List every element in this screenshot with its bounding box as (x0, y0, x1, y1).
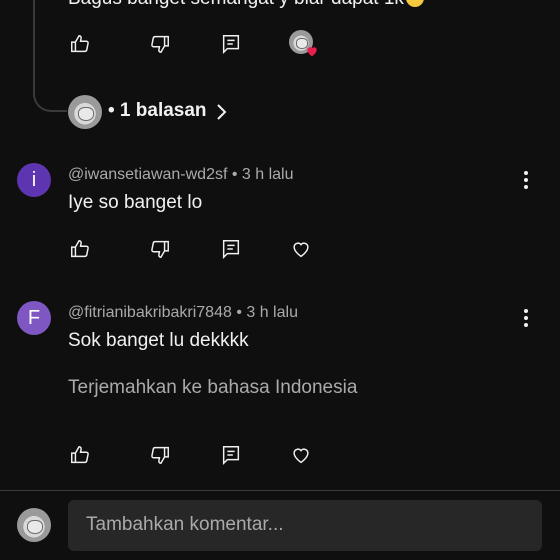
smile-emoji-icon (405, 0, 424, 7)
commenter-avatar[interactable]: F (17, 301, 51, 335)
comment-text: Sok banget lu dekkkk (68, 330, 249, 351)
current-user-avatar (17, 508, 51, 542)
reply-button[interactable] (218, 442, 244, 468)
reply-thread-line (33, 0, 67, 112)
heart-button[interactable] (288, 236, 314, 262)
like-button[interactable] (67, 236, 93, 262)
dislike-button[interactable] (147, 442, 173, 468)
comment-icon (222, 446, 240, 466)
dislike-button-previous[interactable] (147, 31, 173, 57)
like-button-previous[interactable] (67, 31, 93, 57)
like-button[interactable] (67, 442, 93, 468)
previous-comment-text: Bagus banget semangat y biar dapat 1k (68, 0, 424, 10)
translate-link[interactable]: Terjemahkan ke bahasa Indonesia (68, 377, 357, 399)
thumbs-down-icon (151, 446, 169, 464)
comment-menu-button[interactable] (514, 168, 538, 192)
comment-menu-button[interactable] (514, 306, 538, 330)
thumbs-up-icon (71, 35, 89, 53)
dislike-button[interactable] (147, 236, 173, 262)
heart-button[interactable] (288, 442, 314, 468)
more-vert-icon (524, 309, 528, 327)
comment-meta[interactable]: @fitrianibakribakri7848 • 3 h lalu (68, 304, 298, 322)
comment-meta[interactable]: @iwansetiawan-wd2sf • 3 h lalu (68, 166, 294, 184)
view-replies-link[interactable]: • 1 balasan (108, 100, 207, 122)
reply-button-previous[interactable] (218, 31, 244, 57)
thumbs-down-icon (151, 240, 169, 258)
thumbs-up-icon (71, 240, 89, 258)
footer-divider (0, 490, 560, 491)
add-comment-input[interactable]: Tambahkan komentar... (68, 500, 542, 551)
reply-button[interactable] (218, 236, 244, 262)
heart-outline-icon (293, 242, 309, 258)
comment-text: Iye so banget lo (68, 192, 203, 213)
commenter-avatar[interactable]: i (17, 163, 51, 197)
thumbs-up-icon (71, 446, 89, 464)
add-comment-placeholder: Tambahkan komentar... (86, 514, 284, 535)
chevron-right-icon (217, 104, 227, 120)
thumbs-down-icon (151, 35, 169, 53)
more-vert-icon (524, 171, 528, 189)
comment-icon (222, 35, 240, 55)
heart-outline-icon (293, 448, 309, 464)
reply-author-avatar[interactable] (68, 95, 102, 129)
comment-icon (222, 240, 240, 260)
creator-heart-icon (307, 47, 317, 57)
